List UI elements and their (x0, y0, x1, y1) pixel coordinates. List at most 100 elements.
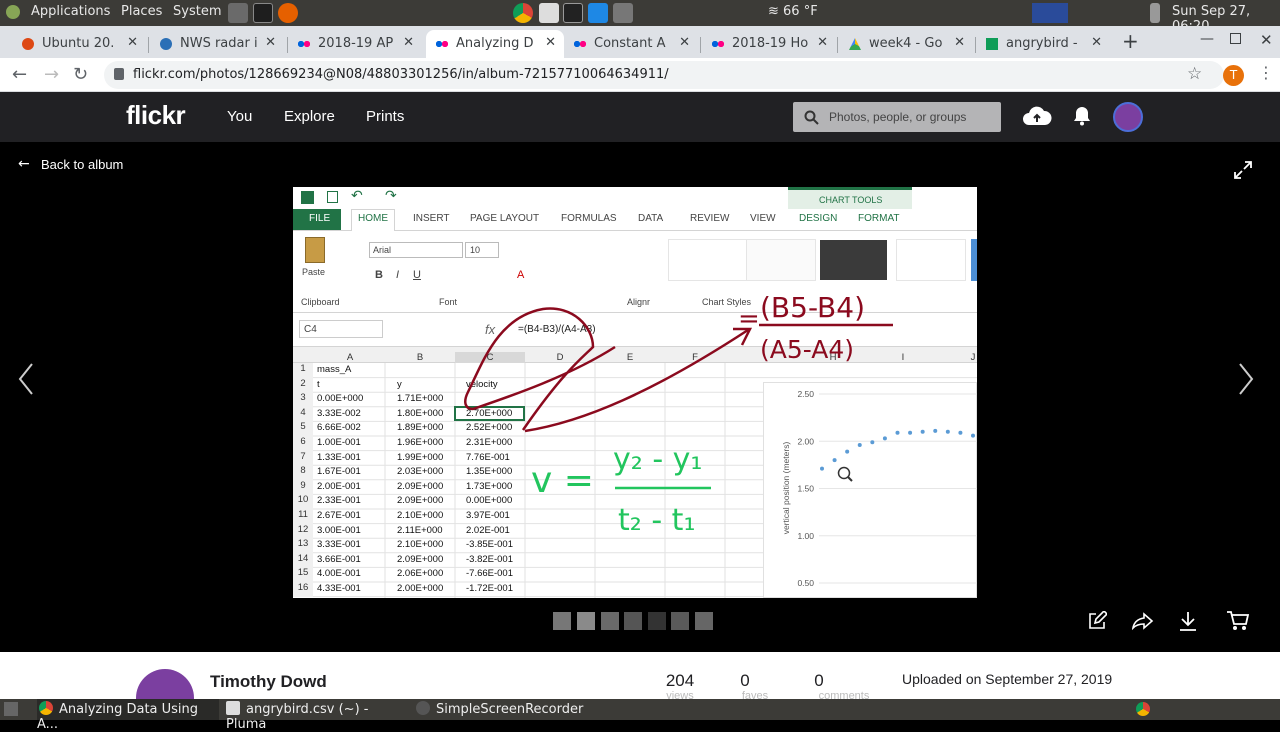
next-photo-chevron-icon[interactable] (1236, 362, 1256, 396)
upload-cloud-icon[interactable] (1022, 106, 1052, 126)
battery-icon (1150, 3, 1160, 23)
flickr-logo[interactable]: flickr (126, 100, 186, 131)
firefox-icon[interactable] (278, 3, 298, 23)
close-icon[interactable]: ✕ (127, 35, 138, 50)
share-arrow-icon[interactable] (1132, 611, 1154, 631)
nav-prints[interactable]: Prints (366, 108, 404, 125)
edit-icon[interactable] (1087, 611, 1107, 631)
url-text[interactable]: flickr.com/photos/128669234@N08/48803301… (133, 67, 669, 82)
back-arrow-icon[interactable]: ← (12, 64, 27, 85)
flickr-header: flickr You Explore Prints (0, 92, 1280, 142)
file-manager-icon[interactable] (228, 3, 248, 23)
tab-label: 2018-19 AP (318, 36, 394, 51)
tab-6[interactable]: week4 - Go ✕ (839, 30, 973, 58)
thumb[interactable] (648, 612, 666, 630)
comments-count: 0 (814, 671, 824, 690)
places-menu[interactable]: Places (121, 4, 162, 19)
fullscreen-icon[interactable] (1233, 160, 1253, 180)
tab-label: Constant A (594, 36, 666, 51)
close-icon[interactable]: ✕ (265, 35, 276, 50)
search-box[interactable] (793, 102, 1001, 132)
terminal2-icon[interactable] (563, 3, 583, 23)
task-recorder[interactable]: SimpleScreenRecorder (416, 699, 598, 720)
owner-name[interactable]: Timothy Dowd (210, 672, 327, 692)
thumb[interactable] (577, 612, 595, 630)
tab-4[interactable]: Constant A ✕ (564, 30, 698, 58)
tab-1[interactable]: NWS radar i ✕ (150, 30, 284, 58)
task-pluma[interactable]: angrybird.csv (~) - Pluma (226, 699, 408, 732)
show-desktop-icon[interactable] (4, 702, 18, 716)
search-input[interactable] (829, 102, 995, 132)
weather-indicator[interactable]: ≋ 66 °F (768, 4, 818, 19)
photo-viewer: ← Back to album ↶ ↷ CHART TOOLS FILE HOM… (0, 142, 1280, 652)
bottom-taskbar: Analyzing Data Using A... angrybird.csv … (0, 699, 1280, 732)
velocity-denominator: t₂ - t₁ (618, 503, 695, 538)
thumb[interactable] (624, 612, 642, 630)
editor-icon[interactable] (539, 3, 559, 23)
reload-icon[interactable]: ↻ (73, 64, 88, 85)
window-close-icon[interactable]: ✕ (1260, 31, 1273, 49)
cart-icon[interactable] (1226, 610, 1250, 632)
lock-icon (114, 68, 124, 80)
thumb[interactable] (601, 612, 619, 630)
tab-label: angrybird - (1006, 36, 1078, 51)
close-icon[interactable]: ✕ (954, 35, 965, 50)
terminal-icon[interactable] (253, 3, 273, 23)
tab-0[interactable]: Ubuntu 20. ✕ (12, 30, 146, 58)
close-icon[interactable]: ✕ (545, 35, 556, 50)
tab-2[interactable]: 2018-19 AP ✕ (288, 30, 422, 58)
close-icon[interactable]: ✕ (817, 35, 828, 50)
bookmark-star-icon[interactable]: ☆ (1187, 64, 1202, 84)
forward-arrow-icon[interactable]: → (44, 64, 59, 85)
flickr-favicon-icon (574, 38, 586, 50)
download-icon[interactable] (1178, 611, 1198, 631)
tab-3-active[interactable]: Analyzing D ✕ (426, 30, 564, 58)
thumb[interactable] (553, 612, 571, 630)
drive-favicon-icon (849, 38, 861, 50)
thumb[interactable] (671, 612, 689, 630)
back-arrow-icon[interactable]: ← (18, 156, 30, 172)
system-monitor-icon[interactable] (1032, 3, 1068, 23)
nav-you[interactable]: You (227, 108, 252, 125)
close-icon[interactable]: ✕ (679, 35, 690, 50)
thumb[interactable] (695, 612, 713, 630)
tab-label: NWS radar i (180, 36, 258, 51)
tab-label: week4 - Go (869, 36, 943, 51)
close-icon[interactable]: ✕ (403, 35, 414, 50)
task-label: Analyzing Data Using A... (37, 702, 199, 732)
notifications-bell-icon[interactable] (1073, 106, 1091, 126)
writer-icon[interactable] (588, 3, 608, 23)
back-to-album-link[interactable]: Back to album (41, 157, 123, 172)
tab-5[interactable]: 2018-19 Ho ✕ (702, 30, 836, 58)
applications-menu[interactable]: Applications (31, 4, 110, 19)
flickr-favicon-icon (436, 38, 448, 50)
close-icon[interactable]: ✕ (1091, 35, 1102, 50)
recorder-icon[interactable] (613, 3, 633, 23)
menu-kebab-icon[interactable]: ⋮ (1258, 63, 1274, 82)
nav-explore[interactable]: Explore (284, 108, 335, 125)
task-label: angrybird.csv (~) - Pluma (226, 702, 369, 732)
photo-info-bar: Timothy Dowd 204 views 0 faves 0 comment… (0, 652, 1280, 709)
flickr-favicon-icon (712, 38, 724, 50)
views-count: 204 (665, 671, 695, 690)
new-tab-icon[interactable]: + (1122, 29, 1139, 53)
tab-7[interactable]: angrybird - ✕ (976, 30, 1110, 58)
maximize-icon[interactable] (1230, 33, 1241, 44)
handwritten-annotations: = (B5-B4) (A5-A4) v = y₂ - y₁ t₂ - t₁ (464, 291, 893, 538)
system-menu[interactable]: System (173, 4, 221, 19)
photo-image[interactable]: ↶ ↷ CHART TOOLS FILE HOME INSERT PAGE LA… (293, 187, 977, 598)
upload-date: Uploaded on September 27, 2019 (902, 671, 1113, 687)
profile-avatar[interactable]: T (1223, 65, 1244, 86)
address-bar[interactable]: flickr.com/photos/128669234@N08/48803301… (104, 61, 1224, 89)
prev-photo-chevron-icon[interactable] (16, 362, 36, 396)
flickr-favicon-icon (298, 38, 310, 50)
user-avatar[interactable] (1113, 102, 1143, 132)
chrome-icon (39, 701, 53, 715)
minimize-icon[interactable]: — (1200, 31, 1214, 47)
task-chrome[interactable]: Analyzing Data Using A... (37, 699, 219, 732)
applications-icon (6, 5, 20, 19)
chrome-icon[interactable] (513, 3, 533, 23)
text-editor-icon (226, 701, 240, 715)
workspace-chrome-icon[interactable] (1136, 702, 1150, 716)
velocity-numerator: y₂ - y₁ (613, 442, 702, 477)
